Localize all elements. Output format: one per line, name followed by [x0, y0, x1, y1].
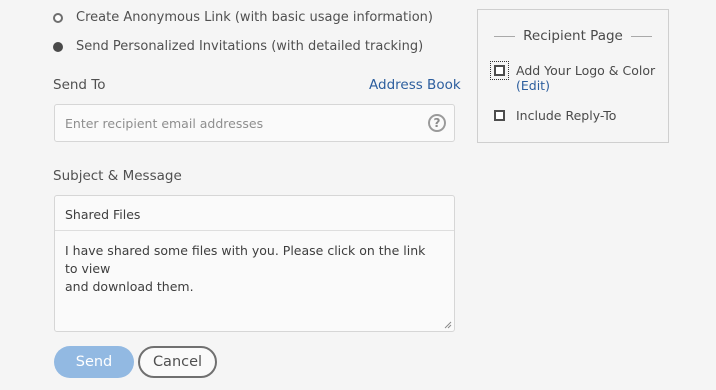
subject-value: Shared Files — [65, 207, 141, 222]
personalized-invitations-option[interactable]: Send Personalized Invitations (with deta… — [53, 39, 423, 54]
message-body-textarea[interactable]: I have shared some files with you. Pleas… — [65, 242, 440, 296]
cancel-button[interactable]: Cancel — [138, 346, 217, 378]
include-reply-to-label: Include Reply-To — [516, 108, 617, 123]
subject-input[interactable]: Shared Files — [55, 196, 454, 231]
resize-grip-icon[interactable] — [444, 321, 452, 329]
anonymous-link-option[interactable]: Create Anonymous Link (with basic usage … — [53, 10, 433, 25]
radio-selected-icon[interactable] — [53, 41, 63, 52]
radio-unselected-icon[interactable] — [53, 12, 63, 23]
subject-message-label: Subject & Message — [53, 168, 182, 184]
add-logo-option[interactable]: Add Your Logo & Color (Edit) — [490, 61, 655, 93]
send-to-label: Send To — [53, 77, 106, 93]
recipient-page-panel: Recipient Page Add Your Logo & Color (Ed… — [477, 9, 669, 143]
anonymous-link-label: Create Anonymous Link (with basic usage … — [76, 10, 433, 25]
address-book-link[interactable]: Address Book — [369, 77, 461, 93]
edit-logo-link[interactable]: (Edit) — [516, 78, 550, 93]
email-placeholder: Enter recipient email addresses — [65, 116, 264, 131]
divider — [494, 35, 516, 37]
send-button[interactable]: Send — [54, 346, 134, 378]
include-reply-to-option[interactable]: Include Reply-To — [494, 108, 616, 123]
message-body-line: and download them. — [65, 279, 194, 294]
help-icon[interactable]: ? — [428, 114, 446, 132]
add-logo-text: Add Your Logo & Color (Edit) — [516, 63, 655, 93]
include-reply-to-checkbox[interactable] — [494, 110, 505, 121]
recipient-email-input[interactable]: Enter recipient email addresses ? — [54, 104, 455, 142]
recipient-page-title: Recipient Page — [523, 28, 623, 44]
add-logo-label: Add Your Logo & Color — [516, 63, 656, 78]
message-body-line: I have shared some files with you. Pleas… — [65, 243, 426, 276]
panel-title-row: Recipient Page — [494, 27, 653, 45]
message-composer: Shared Files I have shared some files wi… — [54, 195, 455, 332]
personalized-invitations-label: Send Personalized Invitations (with deta… — [76, 39, 424, 54]
divider — [630, 35, 653, 37]
add-logo-checkbox[interactable] — [490, 61, 509, 80]
